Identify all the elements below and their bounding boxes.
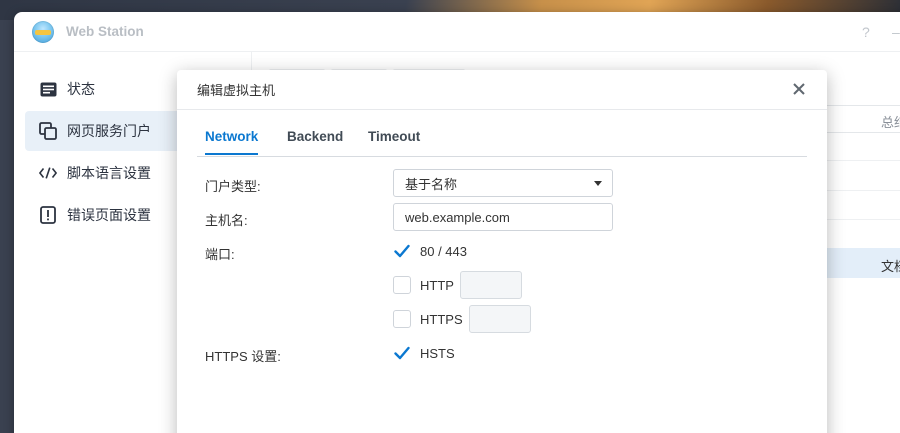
default-ports-option[interactable]: 80 / 443 (393, 242, 467, 260)
app-title: Web Station (66, 24, 144, 39)
dialog-tabs: Network Backend Timeout (197, 110, 807, 157)
portal-type-value: 基于名称 (405, 176, 458, 192)
error-page-icon (39, 206, 57, 224)
dialog-header: 编辑虚拟主机 (177, 70, 827, 110)
http-port-checkbox[interactable] (393, 276, 411, 294)
default-ports-checkbox[interactable] (393, 242, 411, 260)
hsts-label: HSTS (420, 345, 455, 361)
sidebar-item-label: 错误页面设置 (67, 207, 151, 223)
default-ports-label: 80 / 443 (420, 243, 467, 259)
sidebar-item-label: 网页服务门户 (67, 123, 151, 139)
https-port-input[interactable] (469, 305, 531, 333)
portal-type-select[interactable]: 基于名称 (393, 169, 613, 197)
port-label: 端口: (205, 247, 235, 262)
portal-type-label: 门户类型: (205, 179, 261, 194)
bg-column-header: 总结 (881, 115, 900, 130)
tab-network[interactable]: Network (205, 129, 259, 155)
code-icon (39, 164, 57, 182)
web-station-logo-icon (32, 20, 54, 43)
window-titlebar: Web Station ? – (14, 12, 900, 52)
help-button[interactable]: ? (862, 24, 870, 40)
https-settings-label: HTTPS 设置: (205, 349, 281, 364)
bg-row-cell: 文档 (881, 259, 900, 274)
hostname-label: 主机名: (205, 213, 248, 228)
http-port-option[interactable]: HTTP (393, 276, 454, 294)
https-port-option[interactable]: HTTPS (393, 310, 463, 328)
edit-virtual-host-dialog: 编辑虚拟主机 Network Backend Timeout 门户类型: 基于名… (177, 70, 827, 433)
https-port-label: HTTPS (420, 311, 463, 327)
http-port-input[interactable] (460, 271, 522, 299)
sidebar-item-label: 脚本语言设置 (67, 165, 151, 181)
web-portal-icon (39, 122, 57, 140)
dialog-title: 编辑虚拟主机 (197, 83, 276, 98)
tab-backend[interactable]: Backend (287, 129, 343, 153)
minimize-button[interactable]: – (892, 24, 900, 40)
tab-timeout[interactable]: Timeout (368, 129, 420, 153)
status-list-icon (39, 80, 57, 98)
hsts-checkbox[interactable] (393, 344, 411, 362)
sidebar-item-label: 状态 (67, 81, 95, 97)
hostname-input[interactable] (393, 203, 613, 231)
close-icon[interactable] (791, 81, 807, 97)
https-port-checkbox[interactable] (393, 310, 411, 328)
http-port-label: HTTP (420, 277, 454, 293)
hsts-option[interactable]: HSTS (393, 344, 455, 362)
chevron-down-icon (594, 181, 602, 186)
